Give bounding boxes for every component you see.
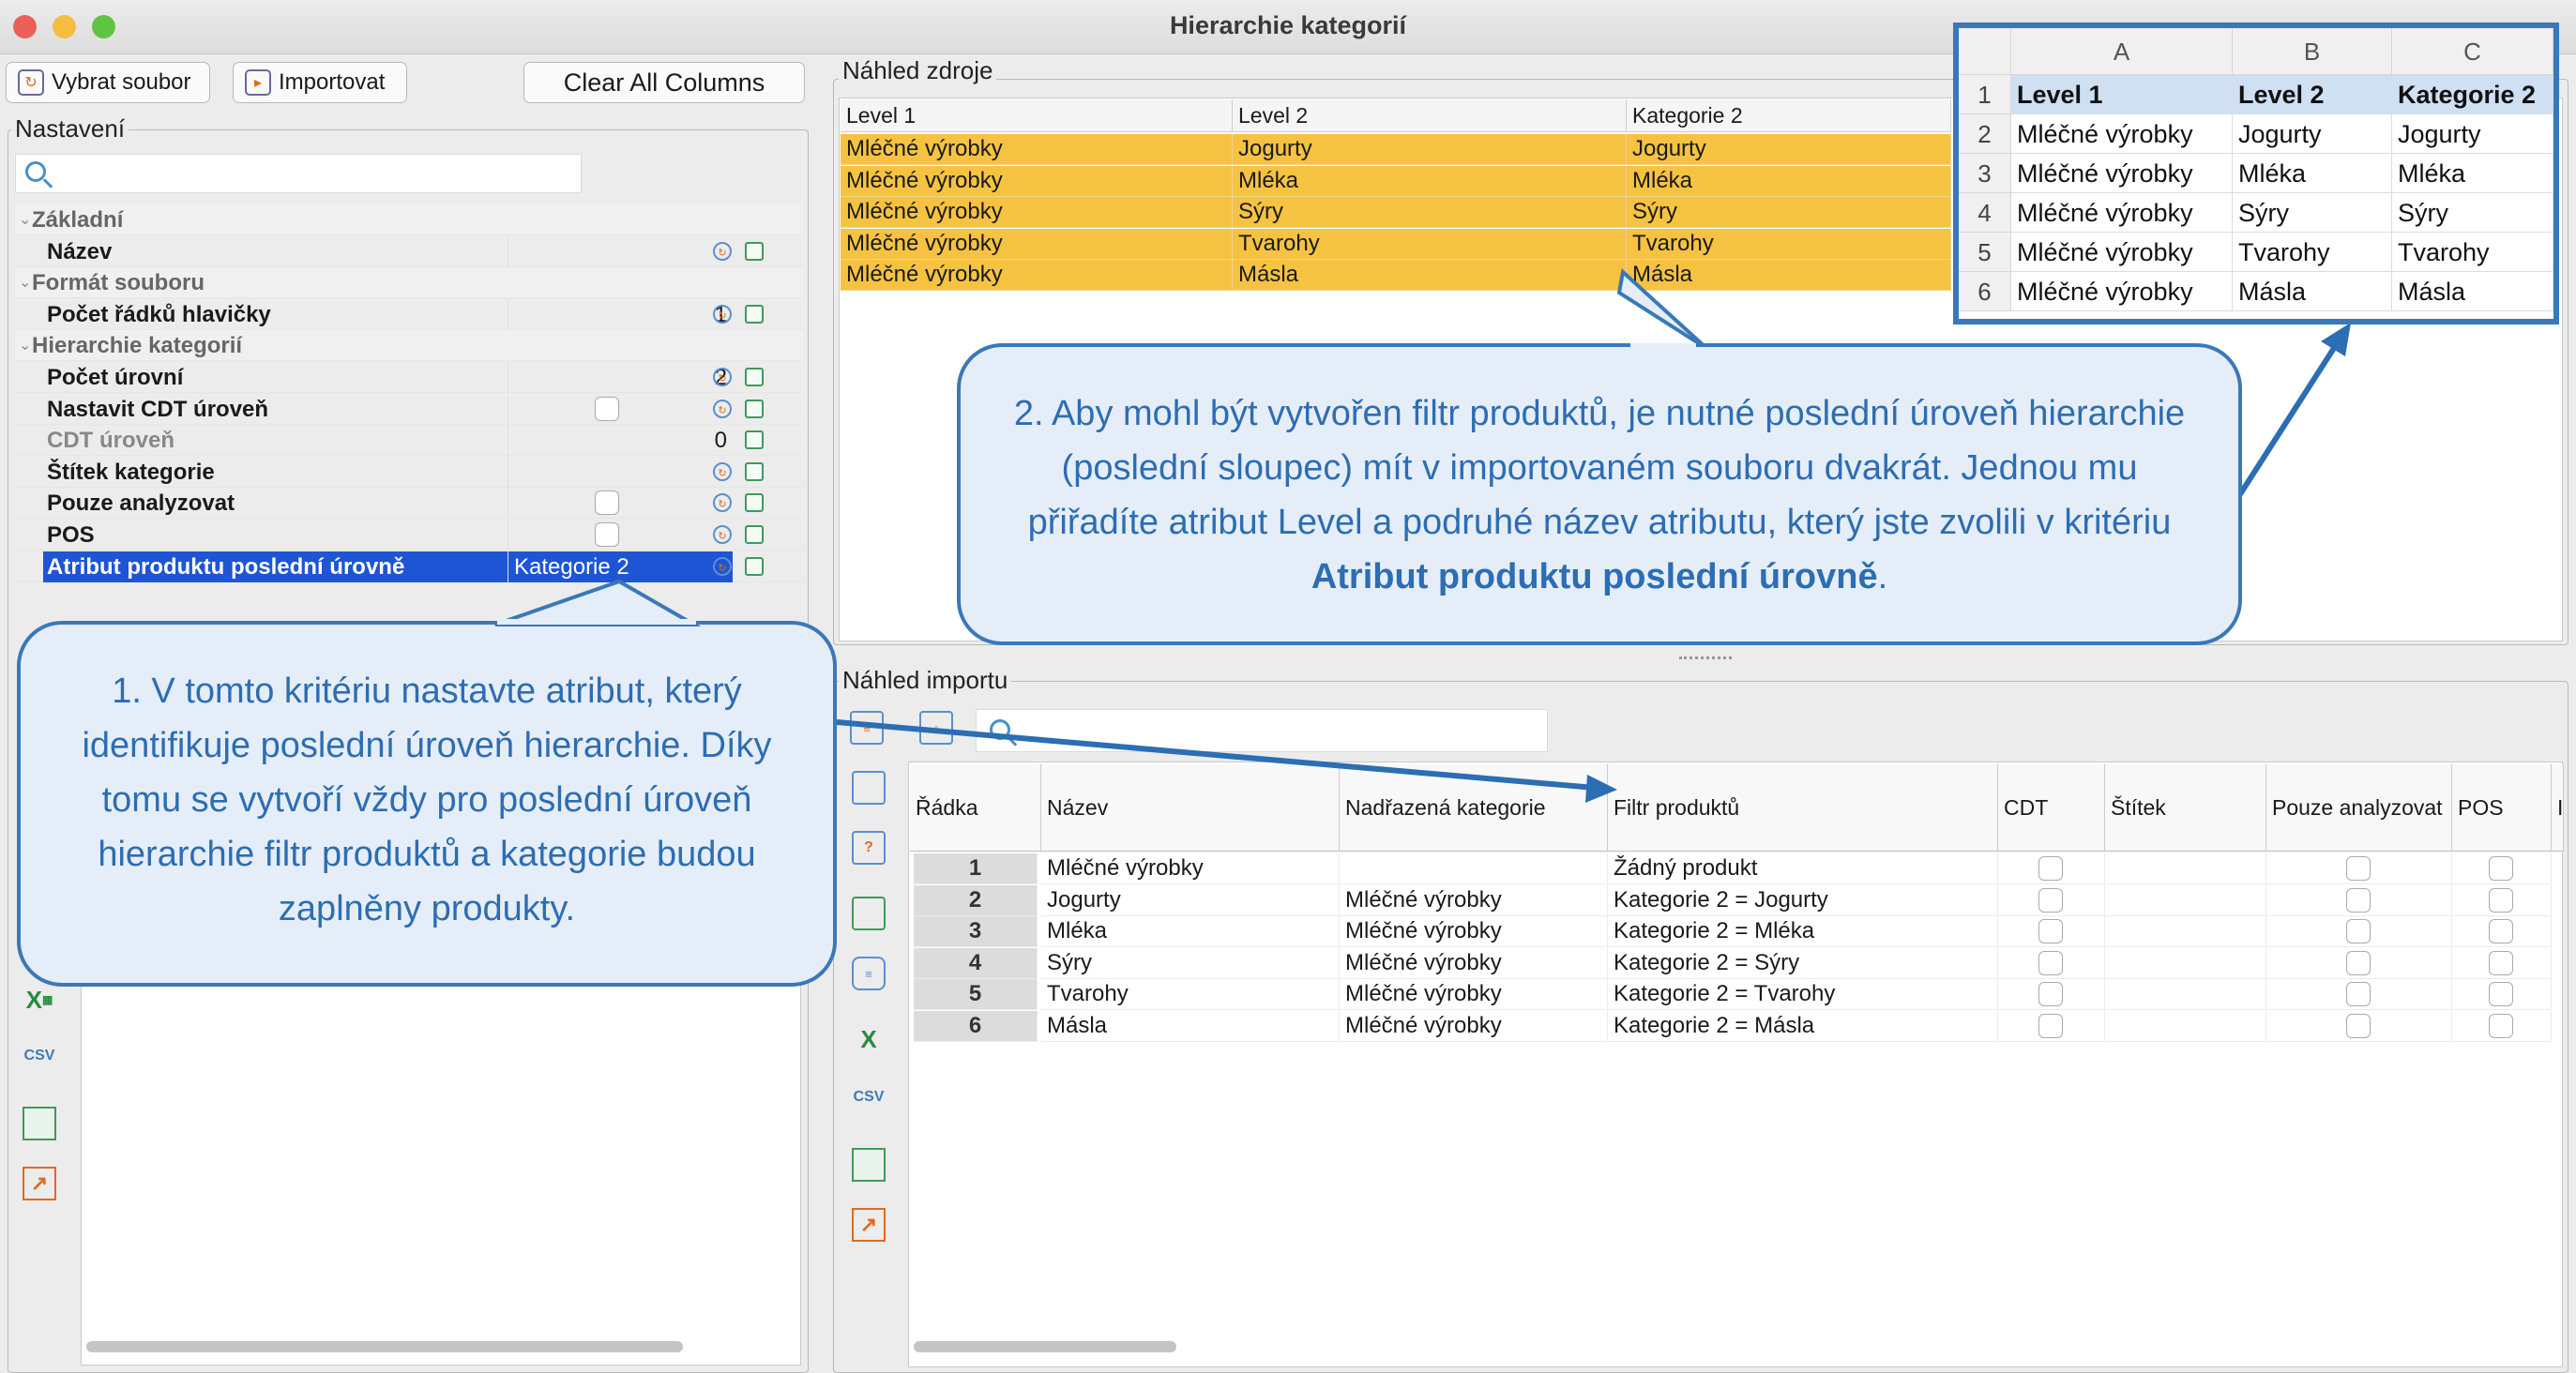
excel-cell[interactable]: Sýry [2233, 193, 2392, 233]
callout-2-end: . [1877, 557, 1888, 596]
excel-row-number[interactable]: 6 [1959, 272, 2011, 311]
arrow-to-filter [836, 719, 1596, 791]
excel-corner [1959, 28, 2011, 75]
callout-2-text: 2. Aby mohl být vytvořen filtr produktů,… [1013, 394, 2186, 542]
excel-row-number[interactable]: 3 [1959, 154, 2011, 193]
excel-row-number[interactable]: 2 [1959, 114, 2011, 154]
arrow-to-filter-head [1585, 775, 1617, 803]
excel-row-number[interactable]: 4 [1959, 193, 2011, 233]
excel-cell[interactable]: Mléčné výrobky [2011, 233, 2233, 272]
excel-cell[interactable]: Másla [2392, 272, 2553, 311]
callout-2-pointer [1616, 268, 1709, 351]
excel-cell[interactable]: Sýry [2392, 193, 2553, 233]
excel-column-header[interactable]: B [2233, 28, 2392, 75]
arrow-to-excel-head [2321, 323, 2351, 356]
excel-preview: A B C 1 Level 1 Level 2 Kategorie 2 2 Mléčné výr… [1953, 23, 2559, 324]
callout-2-bold: Atribut produktu poslední úrovně [1311, 557, 1878, 596]
excel-cell[interactable]: Level 1 [2011, 75, 2233, 114]
callout-2: 2. Aby mohl být vytvořen filtr produktů,… [957, 343, 2242, 645]
excel-cell[interactable]: Mléčné výrobky [2011, 272, 2233, 311]
excel-cell[interactable]: Másla [2233, 272, 2392, 311]
excel-cell[interactable]: Mléka [2233, 154, 2392, 193]
excel-row-number[interactable]: 1 [1959, 75, 2011, 114]
excel-cell[interactable]: Level 2 [2233, 75, 2392, 114]
excel-cell[interactable]: Tvarohy [2392, 233, 2553, 272]
excel-cell[interactable]: Mléčné výrobky [2011, 114, 2233, 154]
excel-cell[interactable]: Mléka [2392, 154, 2553, 193]
excel-row-number[interactable]: 5 [1959, 233, 2011, 272]
excel-cell[interactable]: Mléčné výrobky [2011, 154, 2233, 193]
excel-cell[interactable]: Tvarohy [2233, 233, 2392, 272]
excel-column-header[interactable]: A [2011, 28, 2233, 75]
arrow-to-excel [2235, 343, 2339, 499]
excel-cell[interactable]: Kategorie 2 [2392, 75, 2553, 114]
excel-cell[interactable]: Mléčné výrobky [2011, 193, 2233, 233]
excel-column-header[interactable]: C [2392, 28, 2553, 75]
callout-1-pointer [494, 579, 702, 626]
excel-cell[interactable]: Jogurty [2233, 114, 2392, 154]
excel-cell[interactable]: Jogurty [2392, 114, 2553, 154]
